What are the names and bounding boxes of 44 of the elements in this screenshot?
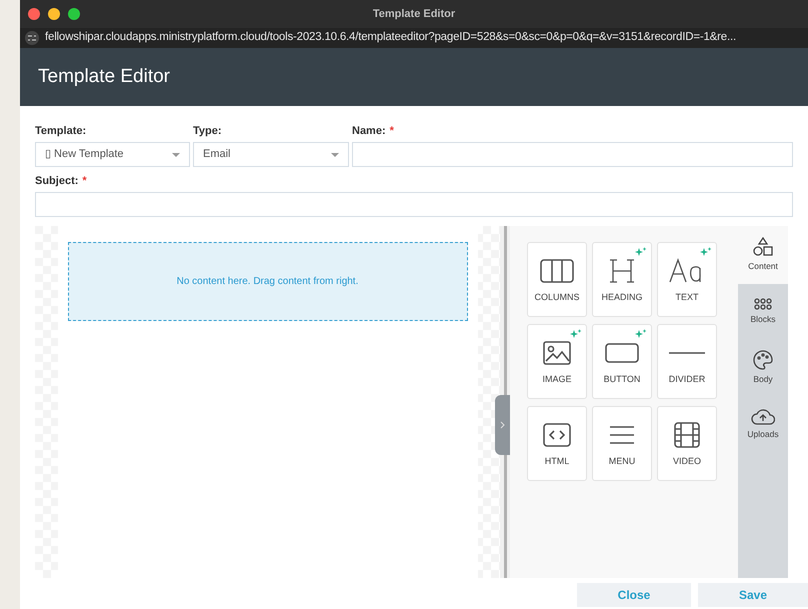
content-tile[interactable]: TEXT [657, 242, 717, 317]
content-tile[interactable]: IMAGE [527, 324, 587, 399]
dropdown-caret-icon [172, 152, 180, 156]
line-icon [669, 351, 705, 355]
required-mark: * [390, 124, 394, 138]
empty-drop-zone: No content here. Drag content from right. [68, 242, 468, 321]
image-icon [543, 341, 571, 365]
menu-icon [609, 425, 635, 445]
columns-icon [540, 258, 574, 284]
cloud-upload-icon [751, 407, 775, 426]
type-dropdown[interactable]: Email [193, 142, 349, 167]
template-dropdown[interactable]: ▯ New Template [35, 142, 190, 167]
field-label: Subject: [35, 174, 78, 188]
name-input[interactable] [352, 142, 793, 167]
palette-icon [753, 350, 773, 370]
content-tile[interactable]: DIVIDER [657, 324, 717, 399]
code-icon [543, 423, 571, 447]
collapse-handle[interactable] [495, 395, 510, 455]
letter-h-icon [609, 258, 635, 284]
subject-input[interactable] [35, 192, 793, 217]
site-settings-icon[interactable] [25, 31, 39, 45]
shapes-icon [753, 237, 773, 258]
dropdown-caret-icon [331, 152, 339, 156]
content-tile[interactable]: VIDEO [657, 406, 717, 481]
minimize-window-button[interactable] [48, 8, 60, 20]
required-mark: * [82, 174, 87, 188]
grid-dots-icon [754, 298, 772, 310]
content-tile[interactable]: COLUMNS [527, 242, 587, 317]
page-title: Template Editor [38, 64, 170, 89]
content-tile[interactable]: MENU [592, 406, 652, 481]
field-label: Name: [352, 124, 386, 138]
close-window-button[interactable] [28, 8, 40, 20]
content-tile[interactable]: HTML [527, 406, 587, 481]
chevron-right-icon [500, 421, 505, 429]
side-tab[interactable]: Content [738, 226, 788, 284]
field-label: Type: [193, 124, 222, 138]
field-label: Template: [35, 124, 86, 138]
content-tile[interactable]: HEADING [592, 242, 652, 317]
url-text: fellowshipar.cloudapps.ministryplatform.cloud/tools-2023.10.6.4/templateeditor?pageID=528&s=0&sc=0&p=0&q=&v=3151&recordID=-1&re... [45, 30, 736, 46]
zoom-window-button[interactable] [68, 8, 80, 20]
window-title: Template Editor [372, 6, 456, 22]
button-shape-icon [605, 342, 639, 364]
film-icon [674, 422, 700, 448]
content-tile[interactable]: BUTTON [592, 324, 652, 399]
